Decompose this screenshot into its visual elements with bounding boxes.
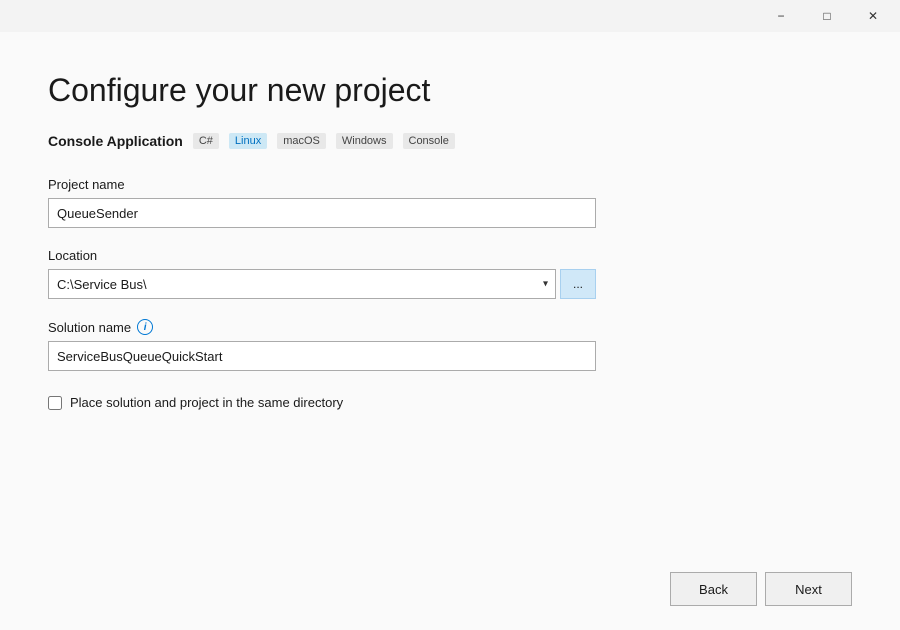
same-directory-label[interactable]: Place solution and project in the same d…	[70, 395, 343, 410]
project-name-input[interactable]	[48, 198, 596, 228]
location-select[interactable]: C:\Service Bus\	[48, 269, 556, 299]
same-directory-checkbox-row: Place solution and project in the same d…	[48, 395, 852, 410]
tag-console: Console	[403, 133, 455, 149]
project-name-group: Project name	[48, 177, 852, 228]
app-name: Console Application	[48, 133, 183, 149]
same-directory-checkbox[interactable]	[48, 396, 62, 410]
info-icon: i	[137, 319, 153, 335]
next-button[interactable]: Next	[765, 572, 852, 606]
location-select-wrapper: C:\Service Bus\ ▾	[48, 269, 556, 299]
location-row: C:\Service Bus\ ▾ ...	[48, 269, 596, 299]
close-button[interactable]: ✕	[850, 0, 896, 32]
footer: Back Next	[0, 556, 900, 630]
browse-button[interactable]: ...	[560, 269, 596, 299]
solution-name-label: Solution name i	[48, 319, 852, 335]
minimize-button[interactable]: −	[758, 0, 804, 32]
tag-windows: Windows	[336, 133, 393, 149]
project-name-label: Project name	[48, 177, 852, 192]
page-title: Configure your new project	[48, 72, 852, 109]
form-section: Project name Location C:\Service Bus\ ▾ …	[48, 177, 852, 410]
solution-name-input[interactable]	[48, 341, 596, 371]
subtitle-row: Console Application C# Linux macOS Windo…	[48, 133, 852, 149]
back-button[interactable]: Back	[670, 572, 757, 606]
location-group: Location C:\Service Bus\ ▾ ...	[48, 248, 852, 299]
maximize-button[interactable]: □	[804, 0, 850, 32]
tag-macos: macOS	[277, 133, 326, 149]
tag-csharp: C#	[193, 133, 219, 149]
title-bar: − □ ✕	[0, 0, 900, 32]
location-label: Location	[48, 248, 852, 263]
solution-name-group: Solution name i	[48, 319, 852, 371]
window: − □ ✕ Configure your new project Console…	[0, 0, 900, 630]
main-content: Configure your new project Console Appli…	[0, 32, 900, 556]
tag-linux: Linux	[229, 133, 267, 149]
